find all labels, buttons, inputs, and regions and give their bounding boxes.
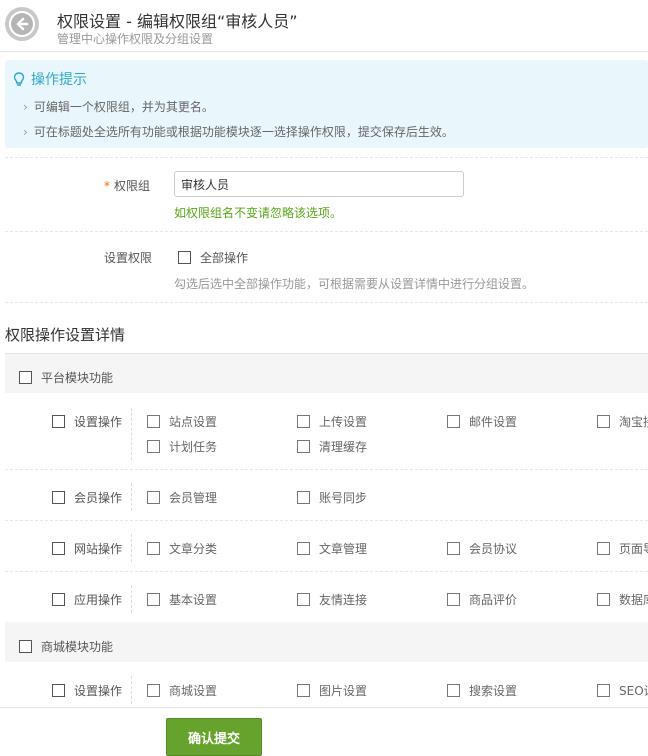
checkbox-upload-settings[interactable]: 上传设置 [297,413,367,430]
checkbox-article-category[interactable]: 文章分类 [147,540,217,557]
row-checkbox-apps[interactable]: 应用操作 [52,591,122,608]
set-permission-hint: 勾选后选中全部操作功能，可根据需要从设置详情中进行分组设置。 [174,277,535,291]
checkbox-member-agreement[interactable]: 会员协议 [447,540,517,557]
checkbox-image-settings[interactable]: 图片设置 [297,682,367,699]
group-name-hint: 如权限组名不变请忽略该选项。 [174,206,343,220]
row-separator [131,585,132,613]
row-separator [131,676,132,704]
set-permission-label: 设置权限 [104,251,153,265]
row-checkbox-website[interactable]: 网站操作 [52,540,122,557]
row-separator [131,408,132,460]
all-operations-checkbox[interactable]: 全部操作 [178,249,248,266]
page-subtitle: 管理中心操作权限及分组设置 [57,32,214,46]
shop-module-checkbox[interactable]: 商城模块功能 [19,638,113,655]
row-separator [131,483,132,511]
divider [5,231,648,232]
checkbox-page-nav[interactable]: 页面导 [597,540,648,557]
operation-tips: 操作提示 可编辑一个权限组，并为其更名。 可在标题处全选所有功能或根据功能模块逐… [5,60,648,148]
checkbox-friend-links[interactable]: 友情连接 [297,591,367,608]
checkbox-account-sync[interactable]: 账号同步 [297,489,367,506]
tip-line: 可编辑一个权限组，并为其更名。 [23,98,214,115]
required-mark: * [104,179,110,193]
lightbulb-icon [13,71,25,86]
divider [5,157,648,158]
submit-button[interactable]: 确认提交 [166,718,262,756]
submit-bar: 确认提交 [0,707,648,756]
checkbox-database[interactable]: 数据库 [597,591,648,608]
tip-line: 可在标题处全选所有功能或根据功能模块逐一选择操作权限，提交保存后生效。 [23,123,454,140]
group-name-label: * 权限组 [104,179,151,193]
divider [5,571,648,572]
row-checkbox-shop-settings[interactable]: 设置操作 [52,682,122,699]
back-arrow-icon [11,13,33,35]
group-name-input[interactable] [174,171,464,197]
row-separator [131,534,132,562]
platform-module-checkbox[interactable]: 平台模块功能 [19,369,113,386]
back-button[interactable] [5,7,39,41]
checkbox-seo-settings[interactable]: SEO设 [597,682,648,699]
row-checkbox-settings[interactable]: 设置操作 [52,413,122,430]
checkbox-taobao[interactable]: 淘宝接 [597,413,648,430]
checkbox-mail-settings[interactable]: 邮件设置 [447,413,517,430]
checkbox-member-management[interactable]: 会员管理 [147,489,217,506]
checkbox-shop-settings[interactable]: 商城设置 [147,682,217,699]
page-header: 权限设置 - 编辑权限组“审核人员” 管理中心操作权限及分组设置 [0,0,648,52]
detail-section-title: 权限操作设置详情 [5,326,126,344]
divider [5,520,648,521]
checkbox-basic-settings[interactable]: 基本设置 [147,591,217,608]
checkbox-icon [178,251,191,264]
checkbox-site-settings[interactable]: 站点设置 [147,413,217,430]
tips-title: 操作提示 [31,72,87,88]
row-checkbox-members[interactable]: 会员操作 [52,489,122,506]
checkbox-scheduled-tasks[interactable]: 计划任务 [147,438,217,455]
checkbox-search-settings[interactable]: 搜索设置 [447,682,517,699]
divider [5,469,648,470]
page-title: 权限设置 - 编辑权限组“审核人员” [57,12,298,31]
checkbox-clear-cache[interactable]: 清理缓存 [297,438,367,455]
checkbox-product-reviews[interactable]: 商品评价 [447,591,517,608]
divider [5,302,648,303]
checkbox-article-management[interactable]: 文章管理 [297,540,367,557]
